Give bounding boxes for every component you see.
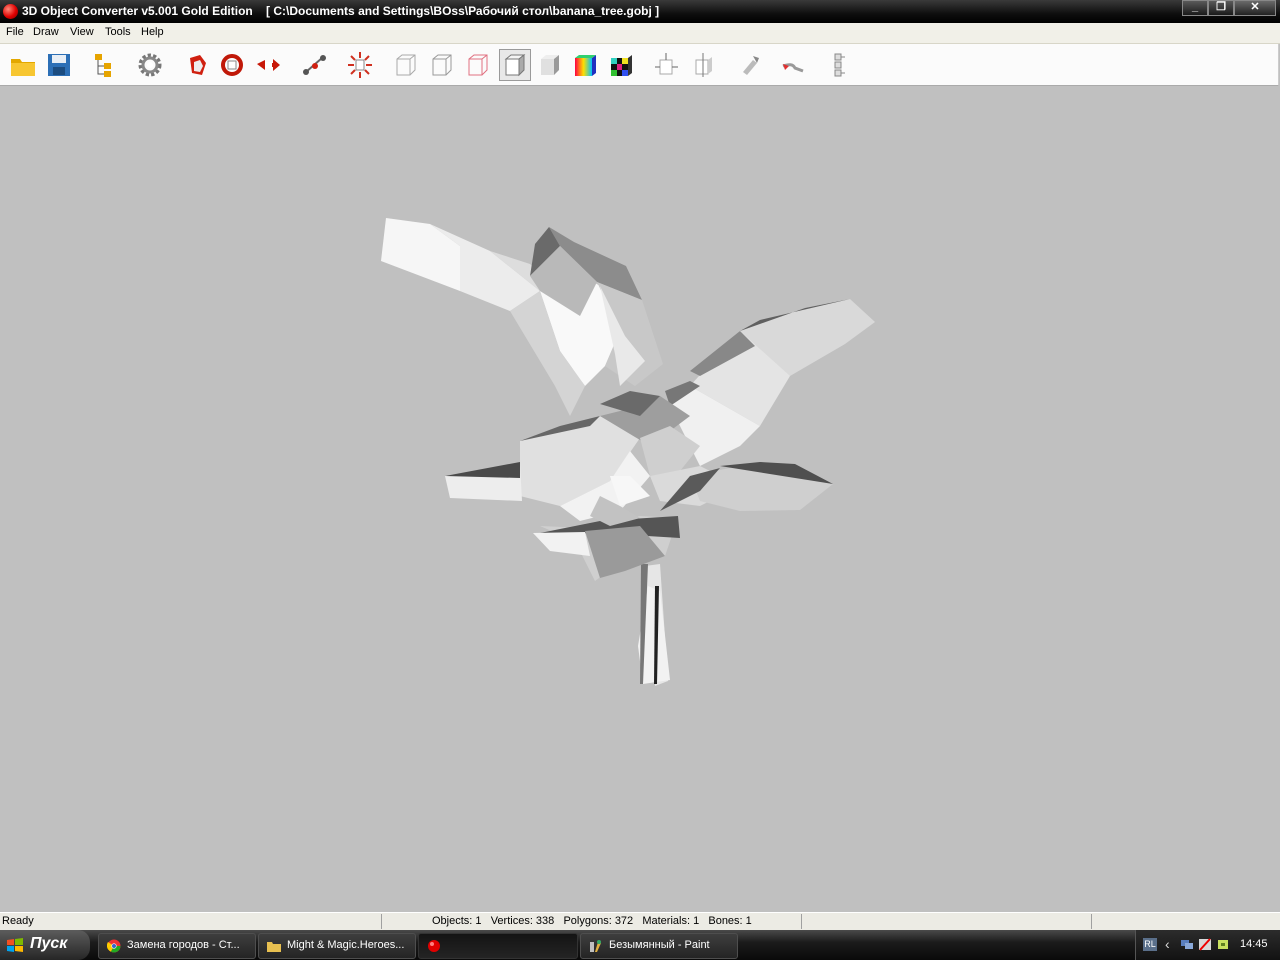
antivirus-disabled-icon[interactable] — [1198, 938, 1212, 951]
wireframe-box-icon[interactable] — [391, 50, 421, 80]
app-icon[interactable] — [3, 4, 18, 19]
orbit-icon[interactable] — [217, 50, 247, 80]
status-divider — [381, 914, 382, 929]
move-icon[interactable] — [253, 50, 283, 80]
open-folder-icon[interactable] — [8, 50, 38, 80]
minimize-button[interactable]: _ — [1182, 0, 1208, 16]
status-ready: Ready — [2, 915, 34, 927]
paint-icon — [590, 940, 601, 952]
tray-app-icon[interactable] — [1216, 938, 1230, 951]
menu-bar: File Draw View Tools Help — [0, 23, 1280, 44]
brush-icon[interactable] — [779, 50, 809, 80]
cut-box-icon[interactable] — [689, 50, 719, 80]
task-folder[interactable]: Might & Magic.Heroes... — [258, 933, 416, 959]
hierarchy-icon[interactable] — [90, 50, 120, 80]
toolbar — [0, 44, 1279, 86]
bone-icon[interactable] — [300, 50, 330, 80]
save-disk-icon[interactable] — [44, 50, 74, 80]
flat-shaded-box-icon[interactable] — [499, 49, 531, 81]
wireframe-box-icon-2[interactable] — [427, 50, 457, 80]
menu-help[interactable]: Help — [141, 26, 164, 38]
folder-icon — [267, 942, 281, 952]
menu-tools[interactable]: Tools — [105, 26, 131, 38]
status-bar: Ready Objects: 1 Vertices: 338 Polygons:… — [0, 912, 1280, 931]
smooth-shaded-box-icon[interactable] — [535, 50, 565, 80]
start-button[interactable]: Пуск — [0, 930, 90, 960]
menu-file[interactable]: File — [6, 26, 24, 38]
color-cube-icon[interactable] — [570, 50, 600, 80]
pick-icon[interactable] — [735, 50, 765, 80]
taskbar: Пуск Замена городов - Ст... Might & Magi… — [0, 930, 1280, 960]
show-hidden-icons-chevron-icon[interactable]: ‹ — [1165, 936, 1170, 952]
title-bar[interactable]: 3D Object Converter v5.001 Gold Edition … — [0, 0, 1280, 23]
menu-view[interactable]: View — [70, 26, 94, 38]
wireframe-red-box-icon[interactable] — [463, 50, 493, 80]
system-tray: RL ‹ 14:45 — [1135, 930, 1280, 960]
language-indicator[interactable]: RL — [1143, 938, 1157, 951]
chrome-icon — [107, 939, 121, 953]
windows-flag-icon — [7, 938, 23, 952]
texture-cube-icon[interactable] — [606, 50, 636, 80]
settings-gear-icon[interactable] — [135, 50, 165, 80]
3d-viewport[interactable] — [0, 86, 1280, 912]
converter-app-icon — [428, 940, 440, 952]
task-chrome[interactable]: Замена городов - Ст... — [98, 933, 256, 959]
task-label: Might & Magic.Heroes... — [287, 939, 405, 951]
network-icon[interactable] — [1180, 938, 1194, 951]
bone-chain-icon[interactable] — [825, 50, 855, 80]
task-label: Замена городов - Ст... — [127, 939, 240, 951]
start-label: Пуск — [30, 935, 68, 952]
menu-draw[interactable]: Draw — [33, 26, 59, 38]
close-button[interactable]: ✕ — [1234, 0, 1276, 16]
normals-box-icon[interactable] — [652, 50, 682, 80]
explode-icon[interactable] — [345, 50, 375, 80]
banana-tree-model — [381, 218, 875, 686]
task-paint[interactable]: Безымянный - Paint — [580, 933, 738, 959]
task-converter[interactable] — [418, 933, 578, 959]
status-divider-2 — [801, 914, 802, 929]
status-stats: Objects: 1 Vertices: 338 Polygons: 372 M… — [432, 915, 752, 927]
rotate-icon[interactable] — [182, 50, 212, 80]
window-title: 3D Object Converter v5.001 Gold Edition … — [22, 4, 660, 18]
status-divider-3 — [1091, 914, 1092, 929]
clock[interactable]: 14:45 — [1240, 938, 1268, 950]
task-label: Безымянный - Paint — [609, 939, 710, 951]
maximize-button[interactable]: ❐ — [1208, 0, 1234, 16]
